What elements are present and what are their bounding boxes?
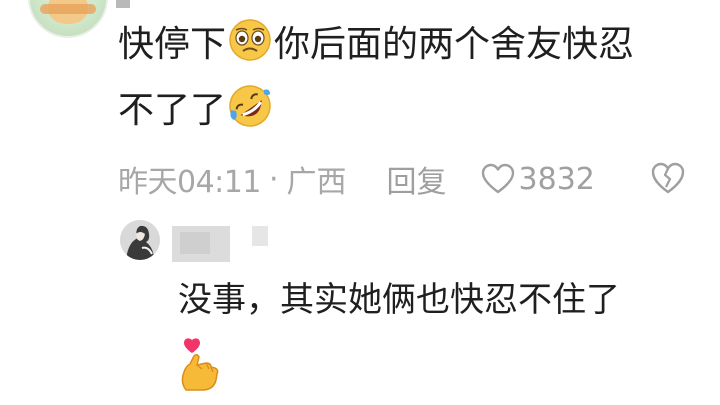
replier-avatar[interactable]	[120, 220, 160, 260]
avatar-illustration-band	[40, 4, 96, 14]
replier-name-mask-inner	[180, 232, 210, 254]
reply-button[interactable]: 回复	[387, 157, 447, 201]
finger-heart-emoji	[181, 338, 219, 391]
like-count: 3832	[518, 161, 595, 197]
worried-face-emoji	[229, 19, 271, 61]
replier-name-masked-secondary	[252, 226, 268, 246]
comment-text-part-1: 快停下	[118, 24, 227, 65]
comment-location: 广西	[286, 165, 347, 200]
replier-avatar-image	[120, 220, 160, 260]
comment-text-part-2: 你后面的两个舍友快忍	[274, 24, 635, 65]
comment-text-part-3: 不了了	[118, 90, 227, 131]
commenter-name-masked[interactable]	[116, 0, 130, 8]
comment-text-line-1: 快停下 你后面的两个舍友快忍	[118, 14, 634, 76]
comment-meta-row: 昨天04:11 · 广西 回复 3832	[118, 156, 595, 202]
like-button[interactable]: 3832	[481, 162, 595, 197]
reply-text: 没事，其实她俩也快忍不住了	[178, 280, 620, 320]
broken-heart-icon[interactable]	[650, 160, 686, 196]
meta-separator: ·	[268, 161, 279, 197]
commenter-avatar[interactable]	[28, 0, 108, 38]
rolling-on-floor-laughing-emoji	[229, 85, 271, 127]
comment-text-line-2: 不了了	[118, 80, 274, 142]
heart-outline-icon	[481, 163, 514, 194]
comment-time: 昨天04:11	[118, 165, 261, 200]
